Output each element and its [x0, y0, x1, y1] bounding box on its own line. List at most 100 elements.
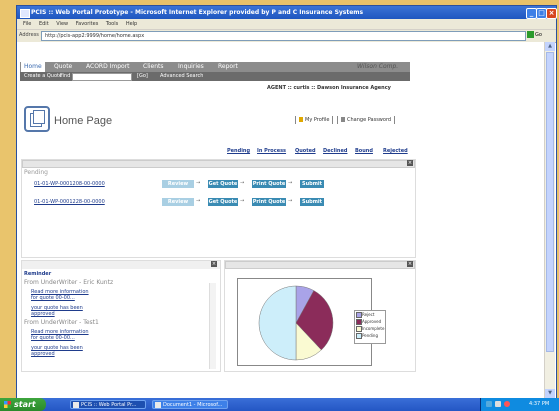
find-go-button[interactable]: [Go] — [137, 72, 148, 81]
find-input[interactable] — [72, 73, 132, 81]
address-bar: Address http://pcis-app2:9999/home/home.… — [17, 29, 556, 43]
get-quote-button[interactable]: Get Quote — [208, 198, 238, 206]
menu-edit[interactable]: Edit — [39, 21, 49, 27]
chart-legend: Reject Approved Incomplete Pending — [354, 310, 386, 344]
menu-file[interactable]: File — [23, 21, 31, 27]
print-quote-button[interactable]: Print Quote — [252, 198, 286, 206]
review-app-button[interactable]: Review App — [162, 198, 194, 213]
reminder-link[interactable]: Read more information for quote 00-00... — [31, 289, 91, 301]
legend-label: Approved — [362, 319, 382, 324]
create-quote-link[interactable]: Create a Quote — [24, 72, 62, 81]
quote-link[interactable]: 01-01-WP-0001208-00-0000 — [34, 181, 105, 187]
reminder-link[interactable]: your quote has been approved — [31, 305, 91, 317]
reminder-from: From UnderWriter - Eric Kuntz — [24, 279, 114, 286]
word-icon — [155, 402, 161, 408]
tab-bound[interactable]: Bound — [355, 148, 373, 154]
sub-nav: Create a Quote Find [Go] Advanced Search — [20, 72, 410, 81]
go-label: Go — [535, 32, 542, 38]
go-button[interactable]: Go — [527, 31, 545, 40]
clock: 4:37 PM — [529, 401, 550, 407]
reminder-from: From UnderWriter - Test1 — [24, 319, 99, 326]
menu-view[interactable]: View — [56, 21, 68, 27]
legend-swatch — [356, 333, 362, 339]
volume-icon[interactable] — [495, 401, 501, 407]
menu-help[interactable]: Help — [126, 21, 137, 27]
task-label: Document1 - Microsof... — [163, 402, 223, 408]
arrow-icon: → — [240, 180, 245, 186]
legend-label: Incomplete — [362, 326, 385, 331]
taskbar-item-word[interactable]: Document1 - Microsof... — [152, 400, 228, 409]
close-panel-icon[interactable]: × — [407, 160, 413, 166]
tab-pending[interactable]: Pending — [227, 148, 250, 154]
panel-header — [225, 261, 415, 269]
submit-button[interactable]: Submit — [300, 180, 324, 188]
start-button[interactable]: start — [0, 398, 46, 411]
arrow-icon: → — [288, 180, 293, 186]
address-input[interactable]: http://pcis-app2:9999/home/home.aspx — [41, 31, 526, 41]
profile-icon — [299, 117, 303, 122]
print-quote-button[interactable]: Print Quote — [252, 180, 286, 188]
my-profile-button[interactable]: My Profile — [295, 116, 334, 124]
pie-slice-pending — [258, 285, 297, 361]
tab-rejected[interactable]: Rejected — [383, 148, 408, 154]
legend-item: Pending — [355, 332, 385, 339]
arrow-icon: → — [240, 198, 245, 204]
close-panel-icon[interactable]: × — [211, 261, 217, 267]
lock-icon — [341, 117, 345, 122]
change-password-label: Change Password — [347, 117, 392, 123]
nav-home[interactable]: Home — [21, 62, 45, 72]
taskbar: start PCIS :: Web Portal Pr... Document1… — [0, 398, 559, 411]
tab-in-process[interactable]: In Process — [257, 148, 286, 154]
pending-label: Pending — [24, 169, 48, 176]
legend-label: Pending — [362, 333, 378, 338]
pie-chart — [258, 285, 334, 361]
change-password-button[interactable]: Change Password — [337, 116, 396, 124]
page-scrollbar[interactable]: ▲ ▼ — [544, 42, 555, 398]
address-label: Address — [19, 32, 39, 38]
nav-inquiries[interactable]: Inquiries — [178, 62, 204, 72]
tab-quoted[interactable]: Quoted — [295, 148, 316, 154]
reminder-link[interactable]: Read more information for quote 00-00... — [31, 329, 91, 341]
close-button[interactable]: × — [546, 8, 557, 19]
scroll-thumb[interactable] — [546, 52, 554, 352]
reminder-link[interactable]: your quote has been approved — [31, 345, 91, 357]
legend-item: Approved — [355, 318, 385, 325]
review-app-button[interactable]: Review App — [162, 180, 194, 195]
page-content: Home Quote ACORD Import Clients Inquirie… — [17, 42, 544, 398]
nav-quote[interactable]: Quote — [54, 62, 72, 72]
nav-acord-import[interactable]: ACORD Import — [86, 62, 130, 72]
page-title: Home Page — [54, 115, 113, 127]
browser-window: PCIS :: Web Portal Prototype - Microsoft… — [16, 5, 557, 400]
scroll-down-icon[interactable]: ▼ — [545, 389, 555, 398]
quote-link[interactable]: 01-01-WP-0001228-00-0000 — [34, 199, 105, 205]
network-icon[interactable] — [486, 401, 492, 407]
ie-icon — [73, 402, 79, 408]
menu-favorites[interactable]: Favorites — [76, 21, 99, 27]
legend-item: Incomplete — [355, 325, 385, 332]
get-quote-button[interactable]: Get Quote — [208, 180, 238, 188]
menu-tools[interactable]: Tools — [106, 21, 118, 27]
panel-header — [22, 261, 220, 269]
advanced-search-link[interactable]: Advanced Search — [160, 72, 203, 81]
tab-declined[interactable]: Declined — [323, 148, 347, 154]
start-label: start — [14, 400, 36, 409]
documents-icon — [24, 106, 50, 132]
go-arrow-icon — [527, 31, 534, 38]
taskbar-item-browser[interactable]: PCIS :: Web Portal Pr... — [70, 400, 146, 409]
pending-panel: × Pending 01-01-WP-0001208-00-0000 Revie… — [21, 159, 416, 258]
panel-header — [22, 160, 415, 168]
legend-label: Reject — [362, 312, 375, 317]
submit-button[interactable]: Submit — [300, 198, 324, 206]
chart-panel: × Reject Approved Incomplete Pending — [224, 260, 416, 372]
nav-clients[interactable]: Clients — [143, 62, 164, 72]
window-title: PCIS :: Web Portal Prototype - Microsoft… — [31, 9, 364, 16]
nav-report[interactable]: Report — [218, 62, 238, 72]
scroll-up-icon[interactable]: ▲ — [545, 42, 555, 51]
status-tabs: Pending In Process Quoted Declined Bound… — [227, 148, 413, 156]
reminder-scrollbar[interactable] — [209, 283, 216, 369]
alert-icon[interactable] — [504, 401, 510, 407]
close-panel-icon[interactable]: × — [407, 261, 413, 267]
system-tray: 4:37 PM — [480, 398, 559, 411]
arrow-icon: → — [196, 198, 201, 204]
company-logo: Wilson Comp. — [357, 63, 399, 70]
